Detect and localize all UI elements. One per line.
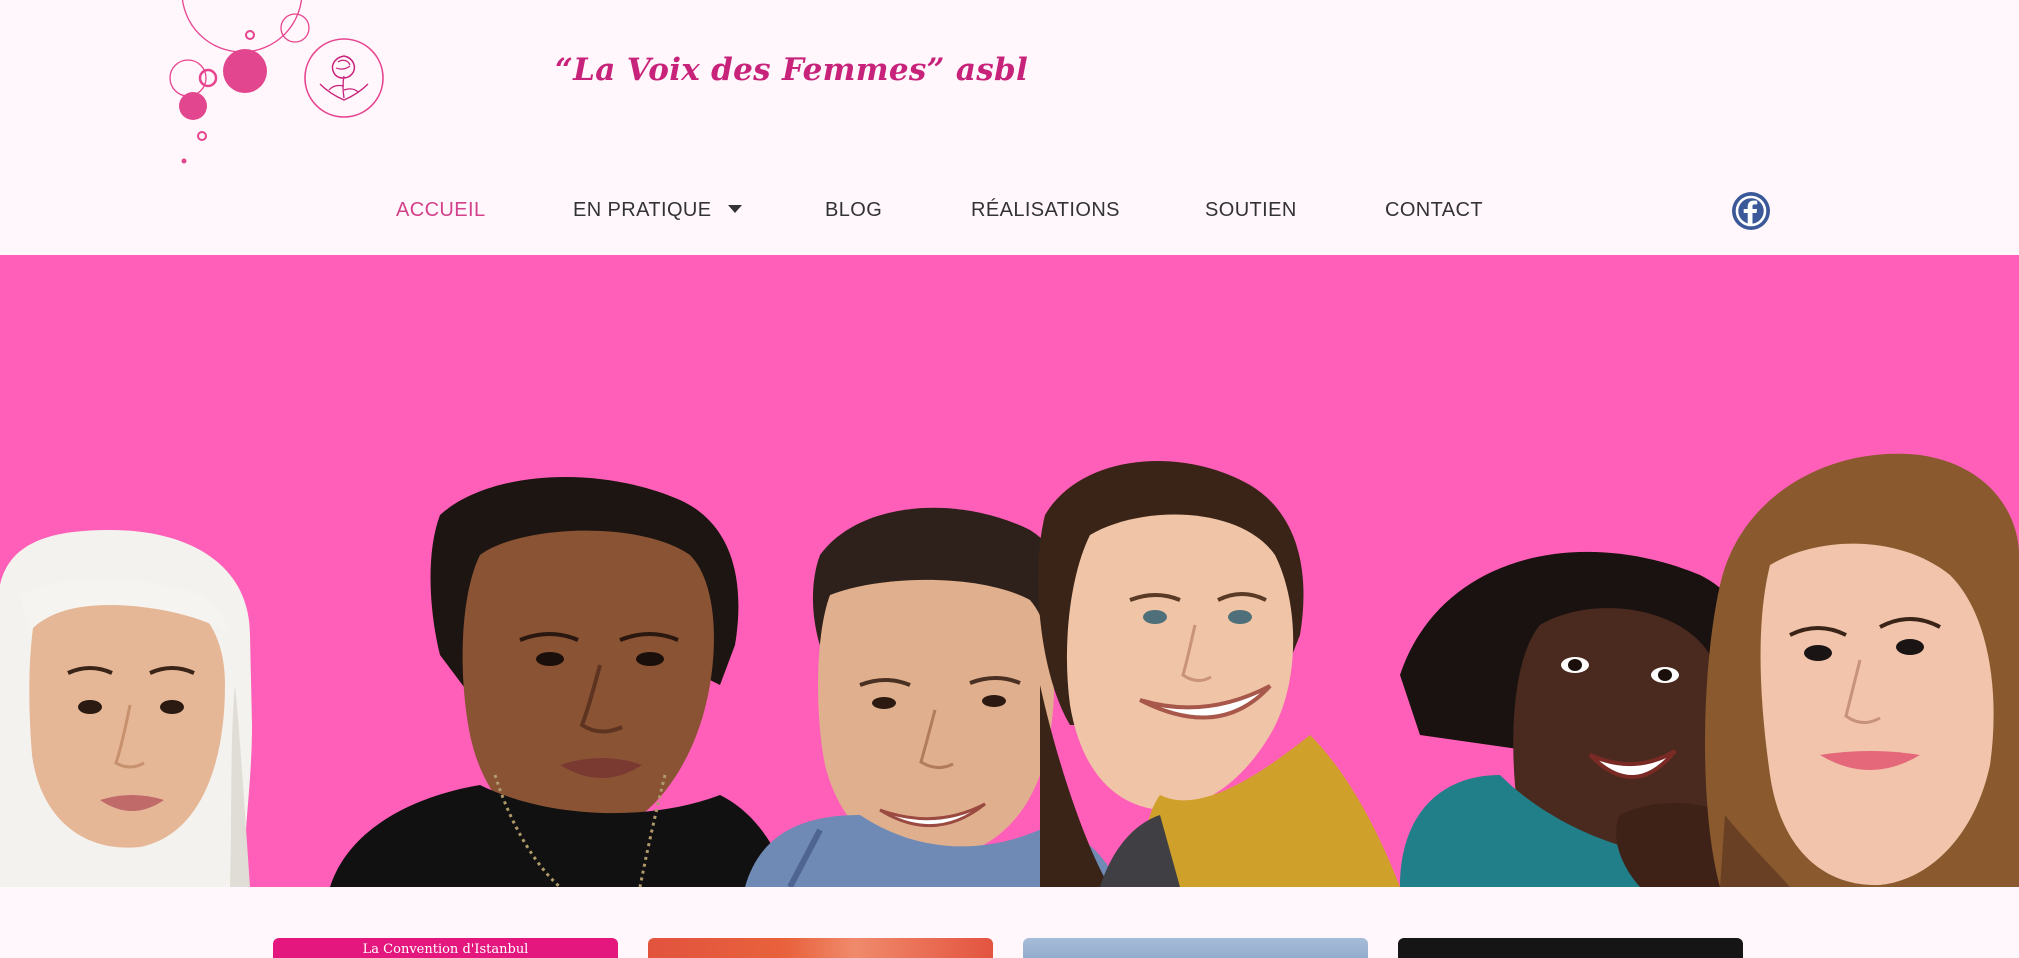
featured-cards: La Convention d'Istanbul [0, 938, 2019, 958]
woman-portrait-2 [330, 477, 790, 887]
site-header: “La Voix des Femmes” asbl ACCUEIL EN PRA… [0, 0, 2019, 255]
facebook-icon [1732, 192, 1770, 230]
nav-item-en-pratique[interactable]: EN PRATIQUE [573, 190, 742, 230]
bubbles-rose-logo-icon [169, 0, 384, 164]
card-title: La Convention d'Istanbul [362, 942, 529, 957]
caret-down-icon [727, 204, 742, 213]
nav-item-accueil[interactable]: ACCUEIL [396, 190, 486, 230]
woman-portrait-4 [1038, 461, 1400, 887]
facebook-link[interactable] [1731, 191, 1771, 231]
nav-item-label: CONTACT [1385, 199, 1483, 221]
woman-portrait-1 [0, 530, 252, 887]
card-convention-istanbul[interactable]: La Convention d'Istanbul [273, 938, 618, 958]
brand-name: “La Voix des Femmes” asbl [555, 52, 1029, 88]
card-2[interactable] [648, 938, 993, 958]
nav-item-realisations[interactable]: RÉALISATIONS [971, 190, 1120, 230]
main-navigation: ACCUEIL EN PRATIQUE BLOG RÉALISATIONS SO… [0, 190, 2019, 230]
nav-item-label: SOUTIEN [1205, 199, 1297, 221]
card-4[interactable] [1398, 938, 1743, 958]
site-logo[interactable]: “La Voix des Femmes” asbl [160, 0, 1028, 170]
nav-item-label: RÉALISATIONS [971, 199, 1120, 221]
nav-item-blog[interactable]: BLOG [825, 190, 882, 230]
card-3[interactable] [1023, 938, 1368, 958]
nav-item-contact[interactable]: CONTACT [1385, 190, 1483, 230]
nav-item-label: ACCUEIL [396, 199, 486, 221]
nav-item-label: EN PRATIQUE [573, 199, 712, 221]
nav-item-soutien[interactable]: SOUTIEN [1205, 190, 1297, 230]
nav-item-label: BLOG [825, 199, 883, 221]
woman-portrait-6 [1705, 453, 2019, 887]
women-group-photo [0, 453, 2019, 887]
hero-banner [0, 255, 2019, 887]
